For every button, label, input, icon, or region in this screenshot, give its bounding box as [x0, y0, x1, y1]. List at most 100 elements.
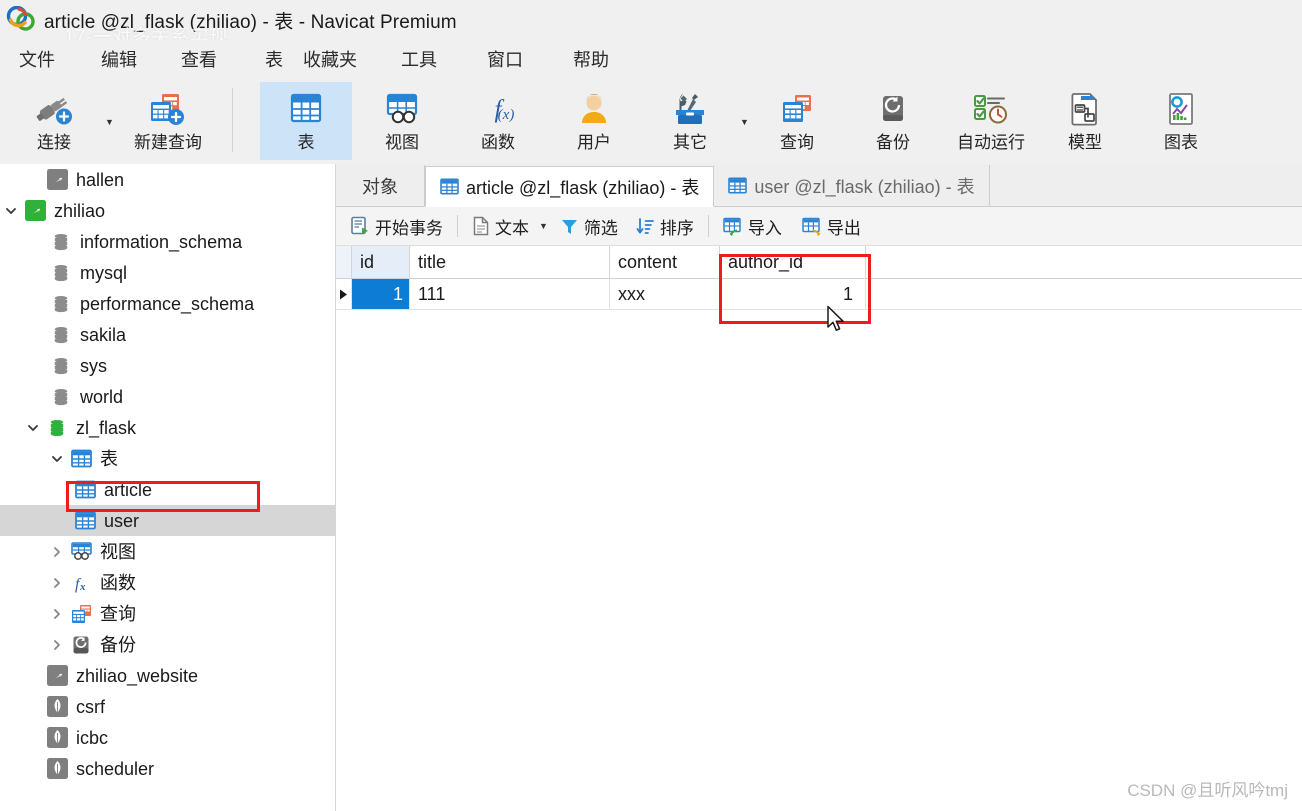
cell-title[interactable]: 111	[410, 279, 610, 309]
cell-id[interactable]: 1	[352, 279, 410, 309]
database-gray-icon	[48, 386, 74, 408]
query-folder-icon	[68, 603, 94, 625]
ribbon-button-function[interactable]: f (x) 函数	[452, 82, 544, 160]
table-row[interactable]: 1 111 xxx 1	[336, 279, 1302, 310]
export-icon	[802, 217, 822, 236]
tree-item-user[interactable]: user	[0, 505, 335, 536]
tree-item-tables-folder[interactable]: 表	[0, 443, 335, 474]
import-button[interactable]: 导入	[717, 211, 788, 241]
tree-item-csrf[interactable]: csrf	[0, 691, 335, 722]
tree-item-sys[interactable]: sys	[0, 350, 335, 381]
navicat-logo-icon	[6, 5, 36, 34]
grid-toolbar-separator-1	[457, 215, 458, 237]
menu-help[interactable]: 帮助	[570, 44, 612, 74]
ribbon-button-model[interactable]: 模型	[1039, 82, 1131, 160]
menu-file[interactable]: 文件	[16, 44, 58, 74]
others-toolbox-icon	[666, 88, 714, 130]
tab-user-table[interactable]: user @zl_flask (zhiliao) - 表	[714, 165, 990, 206]
function-fx-icon: f (x)	[474, 88, 522, 130]
tree-item-mysql[interactable]: mysql	[0, 257, 335, 288]
ribbon-button-view[interactable]: 视图	[356, 82, 448, 160]
ribbon-button-query[interactable]: 查询	[751, 82, 843, 160]
ribbon-button-others[interactable]: 其它	[644, 82, 736, 160]
menu-window[interactable]: 窗口	[484, 44, 526, 74]
ribbon-button-new-query[interactable]: 新建查询	[118, 82, 218, 160]
grid-header-title[interactable]: title	[410, 246, 610, 278]
ribbon-label-new-query: 新建查询	[134, 133, 202, 152]
connection-plug-icon	[30, 88, 78, 130]
text-button[interactable]: 文本	[466, 211, 535, 241]
sidebar-connection-tree[interactable]: hallen zhiliao information_schema mysql	[0, 164, 336, 811]
text-dropdown-caret-icon[interactable]: ▼	[539, 221, 548, 231]
watermark-bottom-text: CSDN @且听风吟tmj	[1127, 781, 1288, 800]
sort-icon	[636, 217, 655, 236]
tree-item-information-schema[interactable]: information_schema	[0, 226, 335, 257]
grid-header-author-id[interactable]: author_id	[720, 246, 866, 278]
sort-button[interactable]: 排序	[630, 211, 700, 241]
chevron-right-icon[interactable]	[46, 598, 68, 629]
connection-dropdown-caret-icon[interactable]: ▼	[105, 118, 114, 127]
new-query-icon	[144, 88, 192, 130]
cell-content[interactable]: xxx	[610, 279, 720, 309]
chevron-right-icon[interactable]	[46, 629, 68, 660]
table-grid-icon	[282, 88, 330, 130]
tree-item-scheduler[interactable]: scheduler	[0, 753, 335, 784]
sort-label: 排序	[659, 218, 694, 238]
tree-item-world[interactable]: world	[0, 381, 335, 412]
tree-item-zhiliao-website[interactable]: zhiliao_website	[0, 660, 335, 691]
text-label: 文本	[495, 218, 529, 238]
ribbon-button-backup[interactable]: 备份	[847, 82, 939, 160]
others-dropdown-caret-icon[interactable]: ▼	[740, 118, 749, 127]
table-grid-icon	[72, 510, 98, 532]
tree-item-views-folder[interactable]: 视图	[0, 536, 335, 567]
filter-label: 筛选	[583, 218, 618, 238]
tree-label-hallen: hallen	[76, 169, 125, 190]
filter-button[interactable]: 筛选	[554, 211, 624, 241]
grid-header-content[interactable]: content	[610, 246, 720, 278]
tree-item-queries-folder[interactable]: 查询	[0, 598, 335, 629]
chevron-down-icon[interactable]	[0, 195, 22, 226]
database-gray-icon	[48, 293, 74, 315]
ribbon-button-connection[interactable]: 连接	[8, 82, 100, 160]
chevron-right-icon[interactable]	[46, 567, 68, 598]
menu-favorites[interactable]: 收藏夹	[300, 44, 360, 74]
menu-tools[interactable]: 工具	[398, 44, 440, 74]
menu-edit[interactable]: 编辑	[98, 44, 140, 74]
chevron-right-icon[interactable]	[46, 536, 68, 567]
begin-transaction-button[interactable]: 开始事务	[344, 211, 449, 241]
menu-table[interactable]: 表	[262, 44, 286, 74]
data-grid[interactable]: id title content author_id 1 111 xxx 1	[336, 246, 1302, 310]
tree-item-icbc[interactable]: icbc	[0, 722, 335, 753]
ribbon-button-user[interactable]: 用户	[548, 82, 640, 160]
tree-item-article[interactable]: article	[0, 474, 335, 505]
tree-item-zl-flask[interactable]: zl_flask	[0, 412, 335, 443]
chevron-down-icon[interactable]	[46, 443, 68, 474]
ribbon-button-chart[interactable]: 图表	[1135, 82, 1227, 160]
chevron-down-icon[interactable]	[22, 412, 44, 443]
cell-author-id[interactable]: 1	[720, 279, 866, 309]
tree-label-world: world	[80, 386, 124, 407]
tree-item-zhiliao[interactable]: zhiliao	[0, 195, 335, 226]
ribbon-button-table[interactable]: 表	[260, 82, 352, 160]
tree-item-hallen[interactable]: hallen	[0, 164, 335, 195]
tree-label-functions-folder: 函数	[100, 572, 136, 593]
tab-objects[interactable]: 对象	[336, 165, 425, 206]
tree-twisty-none	[22, 164, 44, 195]
ribbon-label-others: 其它	[673, 133, 707, 152]
export-button[interactable]: 导出	[796, 211, 867, 241]
tree-item-sakila[interactable]: sakila	[0, 319, 335, 350]
model-icon	[1061, 88, 1109, 130]
content-pane: 对象 article @zl_flask (zhiliao) - 表 user …	[336, 164, 1302, 811]
ribbon-label-user: 用户	[577, 133, 611, 152]
tree-item-performance-schema[interactable]: performance_schema	[0, 288, 335, 319]
tree-item-backups-folder[interactable]: 备份	[0, 629, 335, 660]
export-label: 导出	[826, 218, 861, 238]
tree-label-scheduler: scheduler	[76, 758, 155, 779]
mongodb-leaf-icon	[44, 758, 70, 780]
grid-header-id[interactable]: id	[352, 246, 410, 278]
tab-article-table[interactable]: article @zl_flask (zhiliao) - 表	[425, 166, 715, 207]
menu-view[interactable]: 查看	[178, 44, 220, 74]
tree-item-functions-folder[interactable]: fx 函数	[0, 567, 335, 598]
ribbon-button-automation[interactable]: 自动运行	[941, 82, 1041, 160]
mysql-connection-gray-icon	[44, 169, 70, 191]
